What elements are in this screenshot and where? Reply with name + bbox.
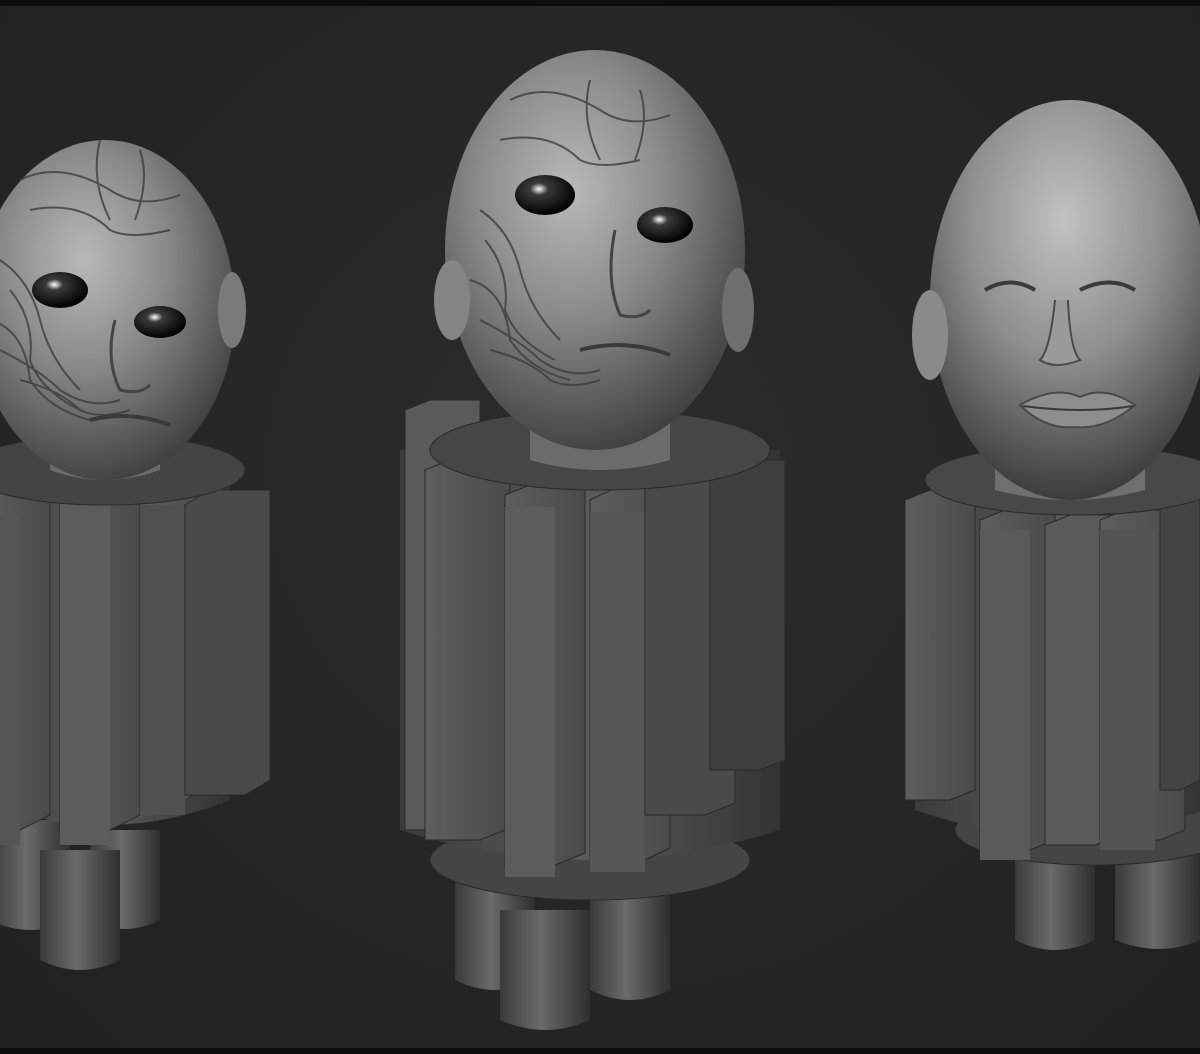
eye-right (637, 207, 693, 243)
frame-border-bottom (0, 1048, 1200, 1054)
head (0, 140, 235, 480)
eye-left (515, 175, 575, 215)
eye-left (32, 272, 88, 308)
head (445, 50, 745, 450)
bust-left (0, 60, 280, 980)
armor-pillars (0, 474, 271, 845)
frame-border-top (0, 0, 1200, 6)
thrusters (455, 880, 670, 1030)
bust-center (390, 30, 800, 1040)
render-viewport (0, 0, 1200, 1054)
eye-right (134, 306, 186, 338)
bust-right (905, 100, 1200, 960)
